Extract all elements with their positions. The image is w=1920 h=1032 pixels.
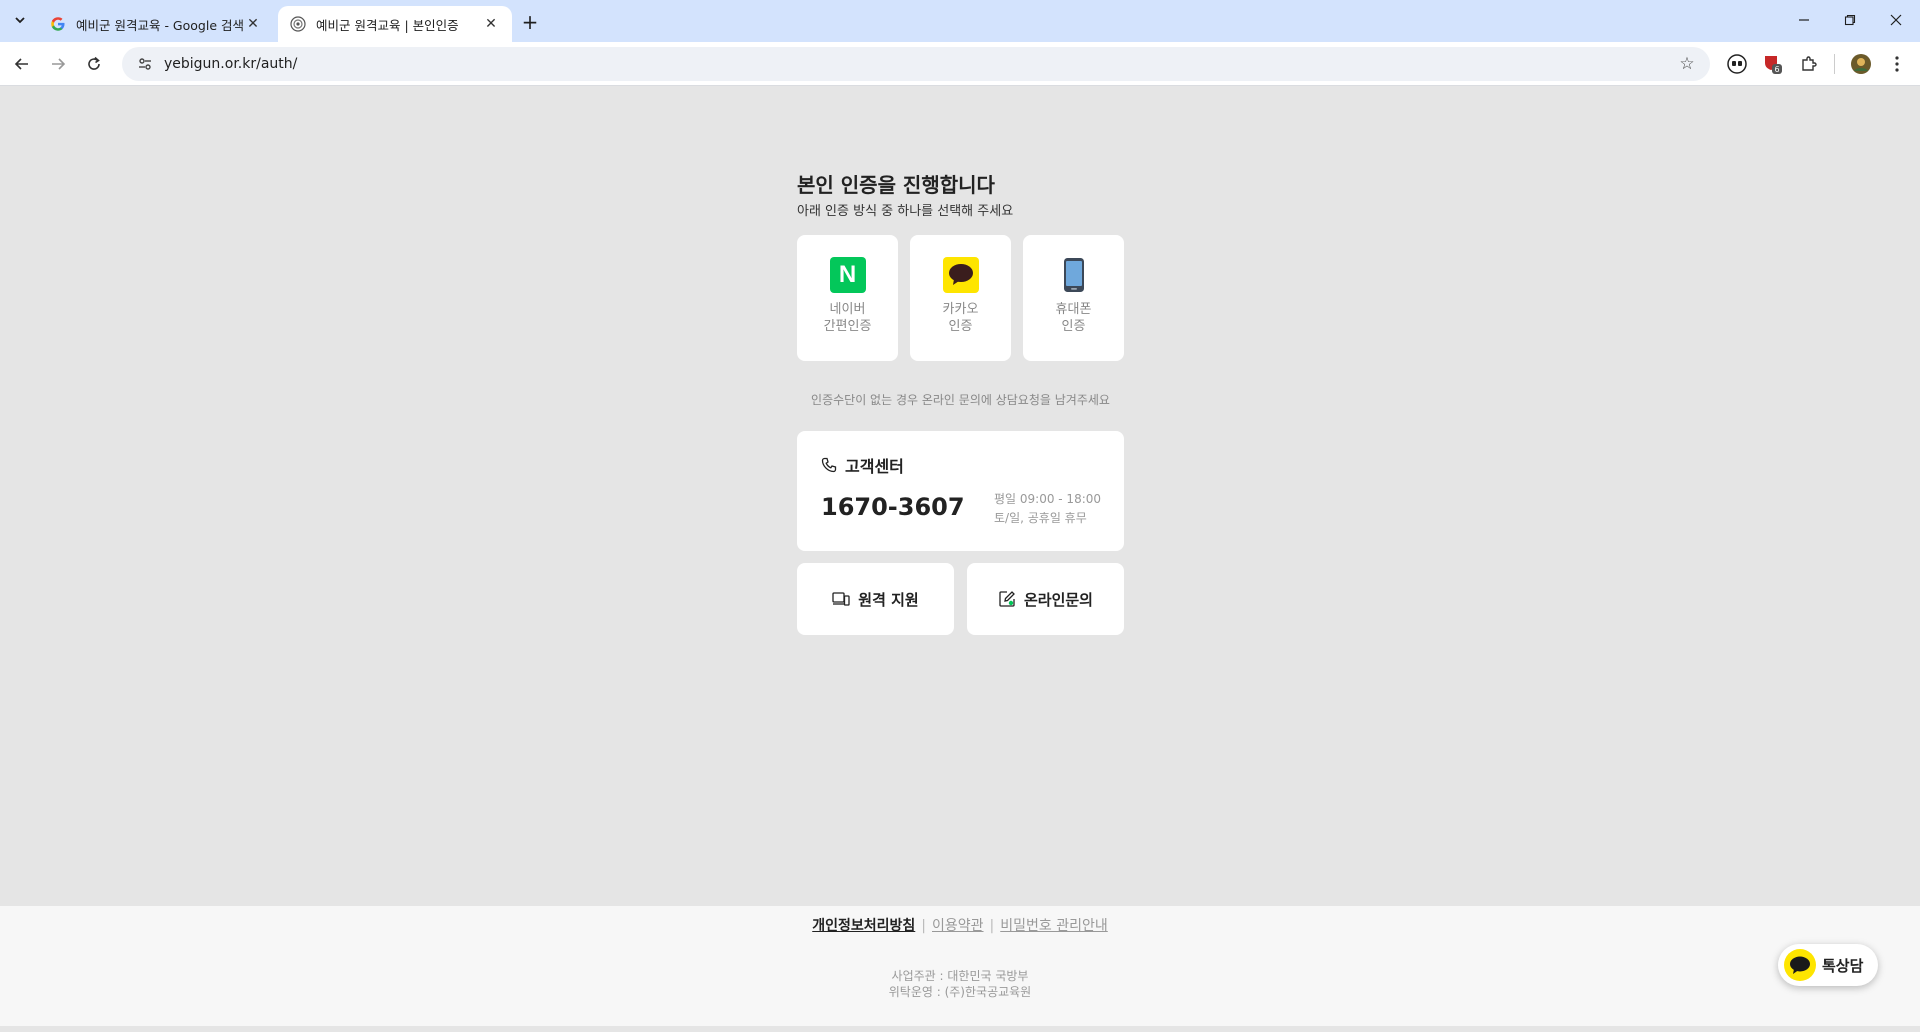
close-icon[interactable]: ✕ bbox=[244, 15, 262, 33]
back-button[interactable] bbox=[8, 50, 36, 78]
talk-consult-label: 톡상담 bbox=[1822, 956, 1864, 975]
footer-links: 개인정보처리방침 | 이용약관 | 비밀번호 관리안내 bbox=[0, 916, 1920, 936]
phone-icon bbox=[821, 457, 837, 473]
edit-note-icon bbox=[999, 591, 1015, 607]
chevron-down-icon bbox=[15, 17, 25, 24]
footer-info: 사업주관 : 대한민국 국방부 위탁운영 : (주)한국공교육원 bbox=[0, 968, 1920, 1000]
forward-button[interactable] bbox=[44, 50, 72, 78]
tab-title: 예비군 원격교육 - Google 검색 bbox=[76, 17, 244, 33]
minimize-icon bbox=[1799, 19, 1809, 21]
page-footer: 개인정보처리방침 | 이용약관 | 비밀번호 관리안내 사업주관 : 대한민국 국방부 … bbox=[0, 906, 1920, 1026]
footer-operator: 위탁운영 : (주)한국공교육원 bbox=[888, 985, 1032, 999]
privacy-policy-link[interactable]: 개인정보처리방침 bbox=[812, 918, 915, 934]
phone-auth-button[interactable]: 휴대폰 인증 bbox=[1023, 235, 1124, 361]
browser-tab-google-search[interactable]: 예비군 원격교육 - Google 검색 ✕ bbox=[38, 6, 274, 42]
customer-center-phone[interactable]: 1670-3607 bbox=[821, 493, 965, 521]
footer-organizer: 사업주관 : 대한민국 국방부 bbox=[891, 969, 1029, 983]
browser-menu-button[interactable] bbox=[1884, 51, 1910, 77]
online-inquiry-button[interactable]: 온라인문의 bbox=[967, 563, 1124, 635]
method-label: 카카오 인증 bbox=[942, 302, 979, 334]
reload-icon bbox=[88, 56, 100, 70]
online-inquiry-label: 온라인문의 bbox=[1023, 590, 1093, 609]
close-icon[interactable]: ✕ bbox=[482, 15, 500, 33]
extension-badge-count: 6 bbox=[1774, 65, 1779, 74]
method-label: 휴대폰 인증 bbox=[1055, 302, 1092, 334]
url-text: yebigun.or.kr/auth/ bbox=[164, 56, 298, 72]
arrow-right-icon bbox=[52, 58, 66, 70]
extension-button[interactable] bbox=[1724, 51, 1750, 77]
method-label: 네이버 간편인증 bbox=[823, 302, 872, 334]
close-icon bbox=[1890, 14, 1902, 26]
arrow-left-icon bbox=[14, 58, 28, 70]
avatar-icon bbox=[1851, 54, 1871, 74]
closed-days: 토/일, 공휴일 휴무 bbox=[994, 511, 1087, 525]
chat-bubble-icon bbox=[1784, 949, 1816, 981]
kakao-talk-icon bbox=[942, 257, 979, 293]
yebigun-emblem-icon bbox=[290, 16, 306, 32]
remote-support-button[interactable]: 원격 지원 bbox=[797, 563, 954, 635]
weekday-hours: 평일 09:00 - 18:00 bbox=[994, 492, 1102, 506]
remote-desktop-icon bbox=[832, 592, 850, 606]
puzzle-icon bbox=[1802, 56, 1817, 71]
password-guide-link[interactable]: 비밀번호 관리안내 bbox=[1000, 918, 1108, 934]
window-close-button[interactable] bbox=[1874, 6, 1918, 34]
terms-link[interactable]: 이용약관 bbox=[932, 918, 984, 934]
naver-icon: N bbox=[829, 257, 866, 293]
auth-methods: N 네이버 간편인증 카카오 인증 휴대폰 인증 bbox=[797, 235, 1124, 361]
naver-auth-button[interactable]: N 네이버 간편인증 bbox=[797, 235, 898, 361]
page-title: 본인 인증을 진행합니다 bbox=[797, 173, 995, 197]
customer-center-header: 고객센터 bbox=[821, 453, 904, 477]
new-tab-button[interactable]: + bbox=[518, 10, 542, 34]
restore-icon bbox=[1844, 14, 1856, 26]
more-vertical-icon bbox=[1895, 56, 1899, 72]
extension-shield-button[interactable]: 6 bbox=[1760, 51, 1786, 77]
shield-icon: 6 bbox=[1765, 56, 1782, 74]
browser-tab-auth[interactable]: 예비군 원격교육 | 본인인증 ✕ bbox=[278, 6, 512, 42]
page-body: 본인 인증을 진행합니다 아래 인증 방식 중 하나를 선택해 주세요 N 네이… bbox=[0, 86, 1920, 906]
kakao-auth-button[interactable]: 카카오 인증 bbox=[910, 235, 1011, 361]
auth-notice: 인증수단이 없는 경우 온라인 문의에 상담요청을 남겨주세요 bbox=[811, 393, 1110, 407]
toolbar-divider bbox=[1834, 54, 1835, 74]
customer-center-hours: 평일 09:00 - 18:00 토/일, 공휴일 휴무 bbox=[994, 490, 1101, 528]
reload-button[interactable] bbox=[80, 50, 108, 78]
bookmark-star-icon[interactable]: ☆ bbox=[1672, 54, 1702, 74]
link-separator: | bbox=[921, 918, 926, 934]
browser-toolbar: yebigun.or.kr/auth/ ☆ 6 bbox=[0, 42, 1920, 86]
customer-center-title: 고객센터 bbox=[845, 457, 904, 476]
support-buttons: 원격 지원 온라인문의 bbox=[797, 563, 1124, 635]
browser-tabstrip: 예비군 원격교육 - Google 검색 ✕ 예비군 원격교육 | 본인인증 ✕… bbox=[0, 0, 1920, 42]
extension-puppet-icon bbox=[1727, 54, 1747, 74]
profile-avatar[interactable] bbox=[1848, 51, 1874, 77]
tab-search-button[interactable] bbox=[6, 8, 34, 32]
remote-support-label: 원격 지원 bbox=[858, 590, 919, 609]
tab-title: 예비군 원격교육 | 본인인증 bbox=[316, 17, 459, 33]
customer-center-card: 고객센터 1670-3607 평일 09:00 - 18:00 토/일, 공휴일… bbox=[797, 431, 1124, 551]
mobile-phone-icon bbox=[1056, 257, 1092, 293]
link-separator: | bbox=[989, 918, 995, 934]
minimize-button[interactable] bbox=[1782, 6, 1826, 34]
address-bar[interactable]: yebigun.or.kr/auth/ ☆ bbox=[122, 47, 1710, 81]
site-info-icon[interactable] bbox=[130, 56, 160, 72]
plus-icon: + bbox=[521, 10, 539, 34]
extensions-menu-button[interactable] bbox=[1796, 51, 1822, 77]
talk-consult-button[interactable]: 톡상담 bbox=[1778, 944, 1878, 986]
auth-section: 본인 인증을 진행합니다 아래 인증 방식 중 하나를 선택해 주세요 N 네이… bbox=[797, 171, 1124, 635]
restore-button[interactable] bbox=[1828, 6, 1872, 34]
page-subtitle: 아래 인증 방식 중 하나를 선택해 주세요 bbox=[797, 204, 1014, 219]
google-g-icon bbox=[50, 16, 66, 32]
